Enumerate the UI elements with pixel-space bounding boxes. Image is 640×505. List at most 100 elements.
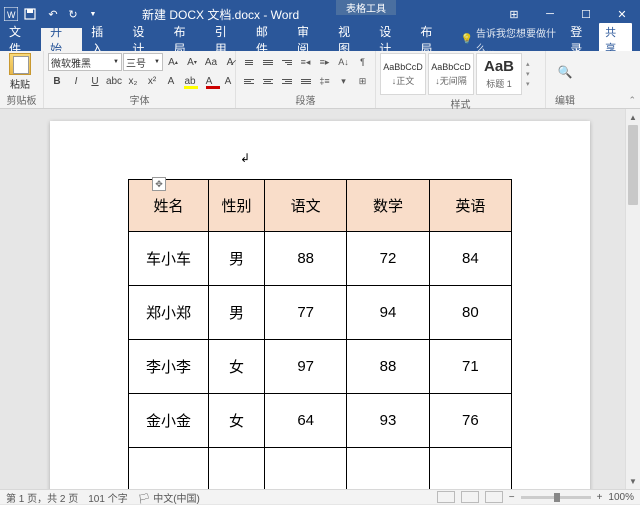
th-chinese[interactable]: 语文 (265, 180, 347, 232)
tab-view[interactable]: 视图 (329, 28, 370, 51)
align-left-button[interactable] (239, 72, 258, 90)
table-cell[interactable]: 80 (429, 286, 511, 340)
zoom-level[interactable]: 100% (608, 492, 634, 503)
table-cell[interactable]: 71 (429, 340, 511, 394)
table-cell[interactable]: 金小金 (129, 394, 209, 448)
view-web-button[interactable] (485, 491, 503, 503)
tab-references[interactable]: 引用 (206, 28, 247, 51)
subscript-button[interactable]: x₂ (124, 72, 142, 90)
scroll-down-icon[interactable]: ▼ (626, 473, 640, 489)
redo-icon[interactable]: ↻ (64, 8, 82, 21)
show-marks-button[interactable]: ¶ (353, 53, 372, 71)
style-no-spacing[interactable]: AaBbCcD↓无间隔 (428, 53, 474, 95)
strikethrough-button[interactable]: abc (105, 72, 123, 90)
vertical-scrollbar[interactable]: ▲ ▼ (625, 109, 640, 489)
paste-button[interactable]: 粘贴 (4, 53, 36, 91)
numbering-button[interactable] (258, 53, 277, 71)
table-cell[interactable]: 88 (347, 340, 429, 394)
qat-more-icon[interactable]: ▼ (84, 11, 102, 18)
borders-button[interactable]: ⊞ (353, 72, 372, 90)
table-row[interactable]: 郑小郑男779480 (129, 286, 512, 340)
decrease-indent-button[interactable]: ≡◂ (296, 53, 315, 71)
find-icon[interactable]: 🔍 (558, 65, 573, 79)
justify-button[interactable] (296, 72, 315, 90)
sort-button[interactable]: A↓ (334, 53, 353, 71)
line-spacing-button[interactable]: ‡≡ (315, 72, 334, 90)
view-read-button[interactable] (437, 491, 455, 503)
table-row[interactable]: 李小李女978871 (129, 340, 512, 394)
italic-button[interactable]: I (67, 72, 85, 90)
tab-table-design[interactable]: 设计 (370, 28, 411, 51)
th-english[interactable]: 英语 (429, 180, 511, 232)
table-cell[interactable]: 76 (429, 394, 511, 448)
table-cell[interactable]: 64 (265, 394, 347, 448)
bullets-button[interactable] (239, 53, 258, 71)
shading-button[interactable]: ▾ (334, 72, 353, 90)
table-cell[interactable]: 女 (209, 340, 265, 394)
table-cell[interactable]: 97 (265, 340, 347, 394)
table-cell[interactable]: 77 (265, 286, 347, 340)
font-color-button[interactable]: A (200, 72, 218, 90)
status-page[interactable]: 第 1 页，共 2 页 (6, 490, 78, 505)
tell-me-search[interactable]: 💡告诉我您想要做什么... (461, 28, 571, 51)
tab-insert[interactable]: 插入 (82, 28, 123, 51)
table-cell[interactable]: 84 (429, 232, 511, 286)
tab-design[interactable]: 设计 (123, 28, 164, 51)
superscript-button[interactable]: x² (143, 72, 161, 90)
table-cell[interactable]: 李小李 (129, 340, 209, 394)
table-cell[interactable]: 郑小郑 (129, 286, 209, 340)
highlight-button[interactable]: ab (181, 72, 199, 90)
bold-button[interactable]: B (48, 72, 66, 90)
table-cell[interactable]: 男 (209, 286, 265, 340)
table-cell[interactable]: 88 (265, 232, 347, 286)
char-shading-button[interactable]: A (219, 72, 237, 90)
table-cell[interactable]: 女 (209, 394, 265, 448)
view-print-button[interactable] (461, 491, 479, 503)
status-words[interactable]: 101 个字 (88, 490, 127, 505)
tab-review[interactable]: 审阅 (288, 28, 329, 51)
table-cell[interactable]: 车小车 (129, 232, 209, 286)
multilevel-button[interactable] (277, 53, 296, 71)
table-move-handle[interactable]: ✥ (152, 177, 166, 191)
font-name-select[interactable]: 微软雅黑▼ (48, 53, 122, 71)
tab-layout[interactable]: 布局 (165, 28, 206, 51)
tab-table-layout[interactable]: 布局 (411, 28, 452, 51)
zoom-in-button[interactable]: + (597, 492, 603, 503)
shrink-font-button[interactable]: A▾ (183, 53, 201, 71)
undo-icon[interactable]: ↶ (44, 8, 62, 21)
table-row[interactable]: 车小车男887284 (129, 232, 512, 286)
style-heading1[interactable]: AaB标题 1 (476, 53, 522, 95)
th-gender[interactable]: 性别 (209, 180, 265, 232)
table-cell[interactable]: 男 (209, 232, 265, 286)
table-cell[interactable]: 94 (347, 286, 429, 340)
group-editing: 🔍 编辑 (546, 51, 584, 108)
scroll-thumb[interactable] (628, 125, 638, 205)
underline-button[interactable]: U (86, 72, 104, 90)
style-normal[interactable]: AaBbCcD↓正文 (380, 53, 426, 95)
change-case-button[interactable]: Aa (202, 53, 220, 71)
th-name[interactable]: 姓名 (129, 180, 209, 232)
data-table[interactable]: 姓名 性别 语文 数学 英语 车小车男887284郑小郑男779480李小李女9… (128, 179, 512, 489)
text-effects-button[interactable]: A (162, 72, 180, 90)
th-math[interactable]: 数学 (347, 180, 429, 232)
align-center-button[interactable] (258, 72, 277, 90)
save-icon[interactable] (24, 8, 42, 20)
increase-indent-button[interactable]: ≡▸ (315, 53, 334, 71)
tab-home[interactable]: 开始 (41, 28, 82, 51)
tab-file[interactable]: 文件 (0, 28, 41, 51)
table-cell[interactable]: 93 (347, 394, 429, 448)
status-lang[interactable]: 🏳 中文(中国) (138, 490, 200, 505)
grow-font-button[interactable]: A▴ (164, 53, 182, 71)
align-right-button[interactable] (277, 72, 296, 90)
page[interactable]: ↲ ✥ 姓名 性别 语文 数学 英语 车小车男887284郑小郑男779480李… (50, 121, 590, 489)
zoom-slider[interactable] (521, 496, 591, 499)
styles-more-button[interactable]: ▴▾▾ (526, 60, 538, 88)
collapse-ribbon-icon[interactable]: ⌃ (628, 95, 636, 106)
table-row[interactable]: 金小金女649376 (129, 394, 512, 448)
table-cell[interactable]: 72 (347, 232, 429, 286)
zoom-out-button[interactable]: − (509, 492, 515, 503)
font-size-select[interactable]: 三号▼ (123, 53, 163, 71)
table-row[interactable] (129, 448, 512, 490)
tab-mail[interactable]: 邮件 (247, 28, 288, 51)
scroll-up-icon[interactable]: ▲ (626, 109, 640, 125)
